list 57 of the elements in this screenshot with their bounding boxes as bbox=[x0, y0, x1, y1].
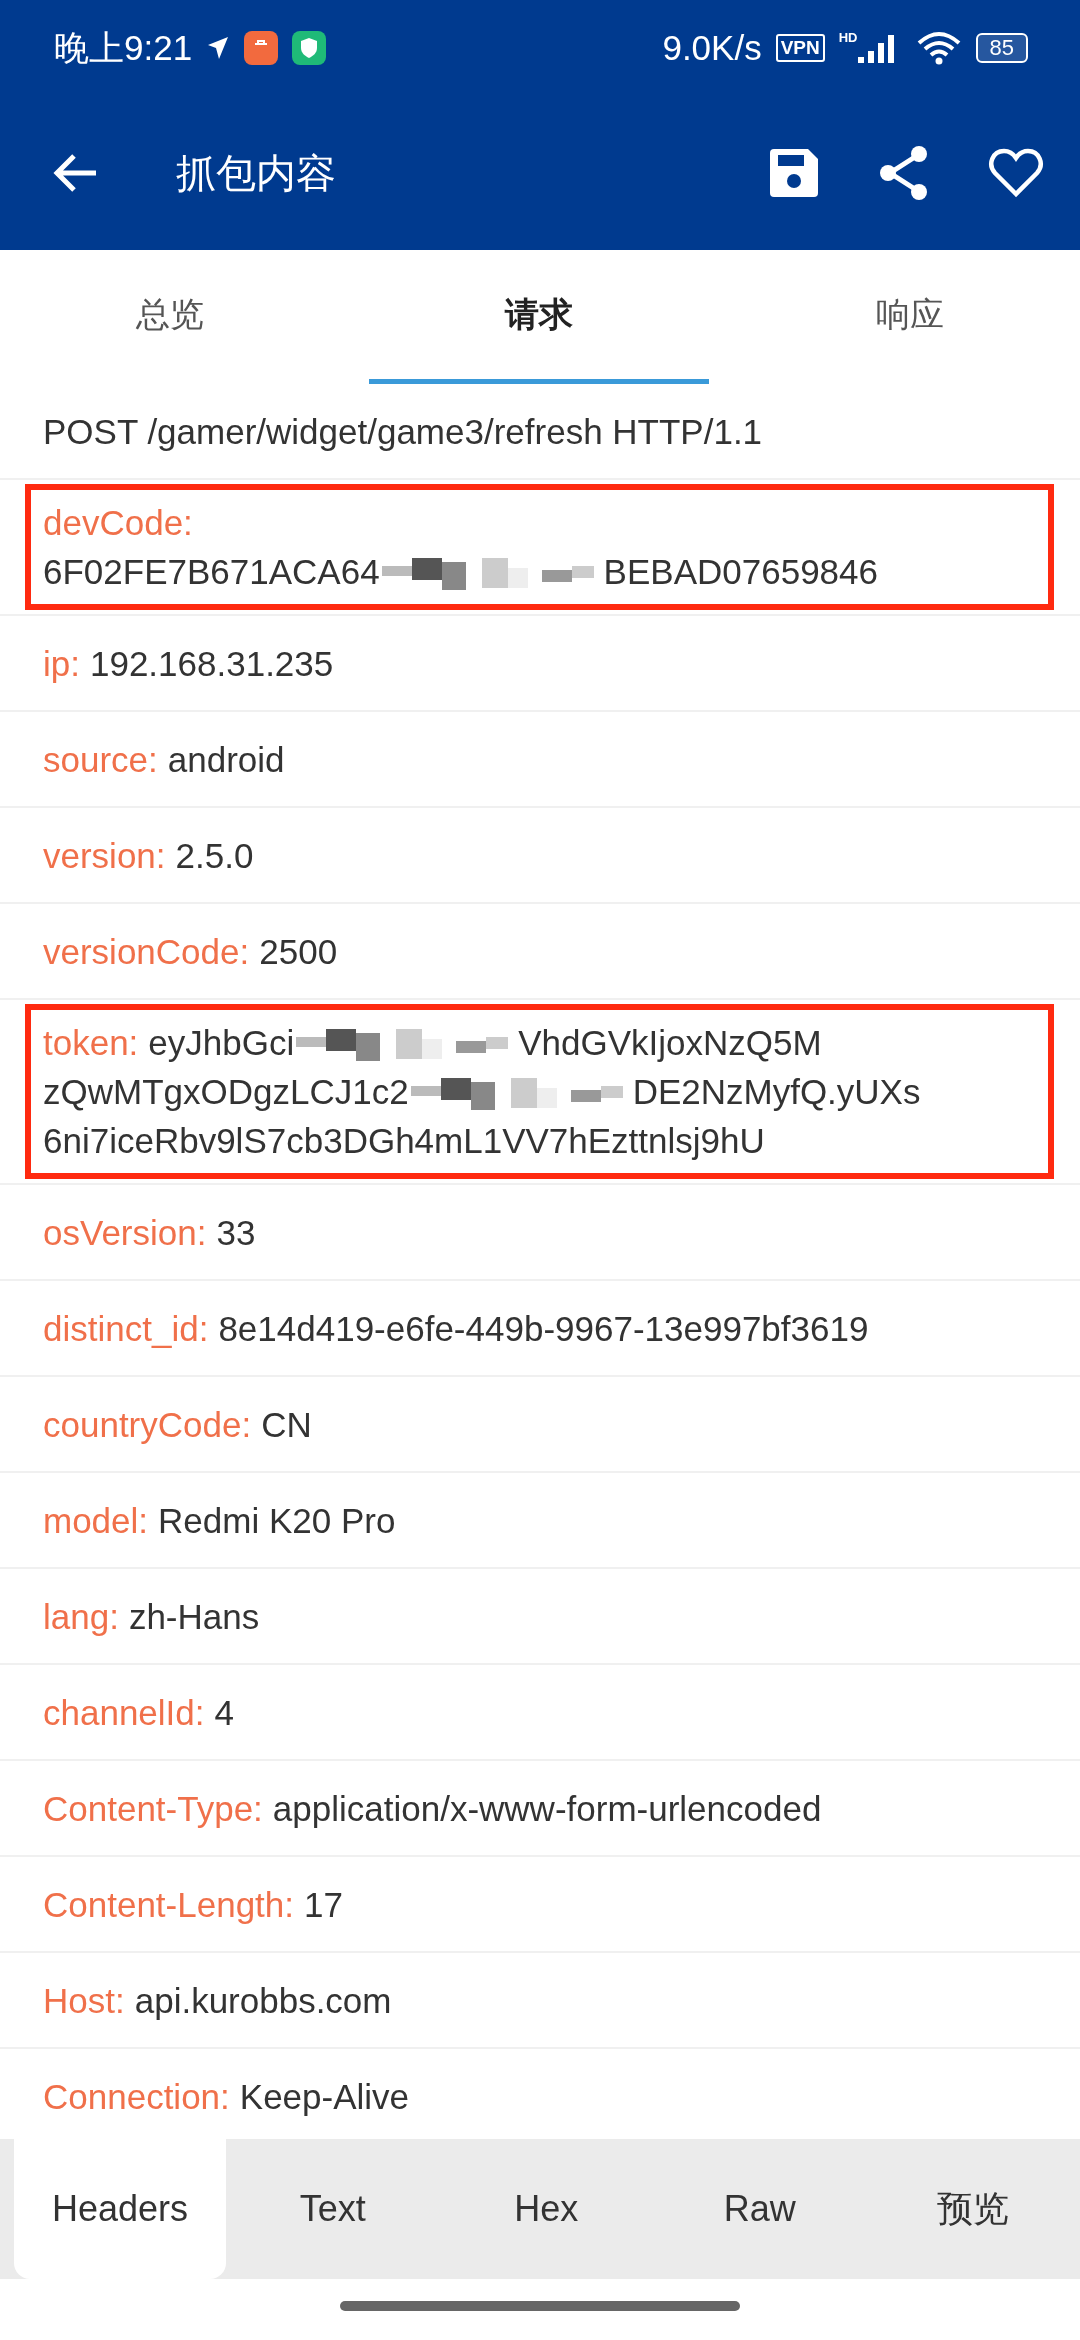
header-name: ip: bbox=[43, 642, 80, 685]
battery-level: 85 bbox=[975, 33, 1028, 63]
header-name: countryCode: bbox=[43, 1403, 252, 1446]
shield-app-icon bbox=[292, 31, 327, 65]
header-name: source: bbox=[43, 738, 158, 781]
clock-time: 晚上9:21 bbox=[54, 26, 193, 69]
header-value: zQwMTgxODgzLCJ1c2 bbox=[43, 1071, 409, 1113]
back-arrow-icon[interactable] bbox=[52, 153, 98, 193]
header-name: Content-Type: bbox=[43, 1787, 263, 1830]
save-icon[interactable] bbox=[768, 147, 820, 199]
header-value: VhdGVkIjoxNzQ5M bbox=[518, 1022, 822, 1064]
header-value: 6ni7iceRbv9lS7cb3DGh4mL1VV7hEzttnlsj9hU bbox=[43, 1120, 765, 1162]
header-value: CN bbox=[261, 1403, 312, 1446]
header-value: application/x-www-form-urlencoded bbox=[272, 1787, 822, 1830]
header-value: 8e14d419-e6fe-449b-9967-13e997bf3619 bbox=[218, 1307, 869, 1350]
tab[interactable]: Hex bbox=[439, 2139, 653, 2279]
header-name: lang: bbox=[43, 1595, 119, 1638]
vpn-badge: VPN bbox=[775, 34, 825, 62]
location-arrow-icon bbox=[206, 35, 231, 61]
app-icon bbox=[244, 31, 279, 65]
tab[interactable]: Headers bbox=[14, 2139, 226, 2279]
header-name: version: bbox=[43, 834, 166, 877]
wifi-icon bbox=[915, 31, 962, 65]
header-name: token: bbox=[43, 1022, 139, 1064]
hd-label: HD bbox=[838, 30, 858, 45]
header-value: DE2NzMyfQ.yUXs bbox=[632, 1071, 921, 1113]
tab[interactable]: 预览 bbox=[866, 2139, 1080, 2279]
header-name: versionCode: bbox=[43, 930, 250, 973]
header-value: zh-Hans bbox=[128, 1595, 260, 1638]
header-name: Host: bbox=[43, 1979, 125, 2022]
header-name: devCode: bbox=[43, 502, 193, 544]
screen-title: 抓包内容 bbox=[176, 149, 337, 197]
header-value: api.kurobbs.com bbox=[134, 1979, 392, 2022]
network-speed: 9.0K/s bbox=[662, 28, 762, 68]
tab[interactable]: Raw bbox=[653, 2139, 867, 2279]
header-name: Connection: bbox=[43, 2075, 230, 2118]
header-value: BEBAD07659846 bbox=[603, 551, 878, 593]
header-value: android bbox=[167, 738, 285, 781]
header-value: 17 bbox=[304, 1883, 343, 1926]
header-value: 2.5.0 bbox=[175, 834, 254, 877]
header-value: eyJhbGci bbox=[148, 1022, 295, 1064]
tab[interactable]: Text bbox=[226, 2139, 440, 2279]
share-icon[interactable] bbox=[878, 145, 930, 201]
header-value: 33 bbox=[216, 1211, 256, 1254]
header-value: 2500 bbox=[259, 930, 338, 973]
header-name: model: bbox=[43, 1499, 149, 1542]
header-value: 4 bbox=[214, 1691, 234, 1734]
header-name: osVersion: bbox=[43, 1211, 207, 1254]
request-line: POST /gamer/widget/game3/refresh HTTP/1.1 bbox=[43, 410, 763, 453]
header-name: channelId: bbox=[43, 1691, 205, 1734]
header-value: Redmi K20 Pro bbox=[158, 1499, 396, 1542]
header-value: Keep-Alive bbox=[239, 2075, 410, 2118]
header-name: Content-Length: bbox=[43, 1883, 294, 1926]
heart-icon[interactable] bbox=[988, 148, 1044, 198]
header-value: 6F02FE7B671ACA64 bbox=[43, 551, 380, 593]
header-name: distinct_id: bbox=[43, 1307, 209, 1350]
header-value: 192.168.31.235 bbox=[89, 642, 334, 685]
